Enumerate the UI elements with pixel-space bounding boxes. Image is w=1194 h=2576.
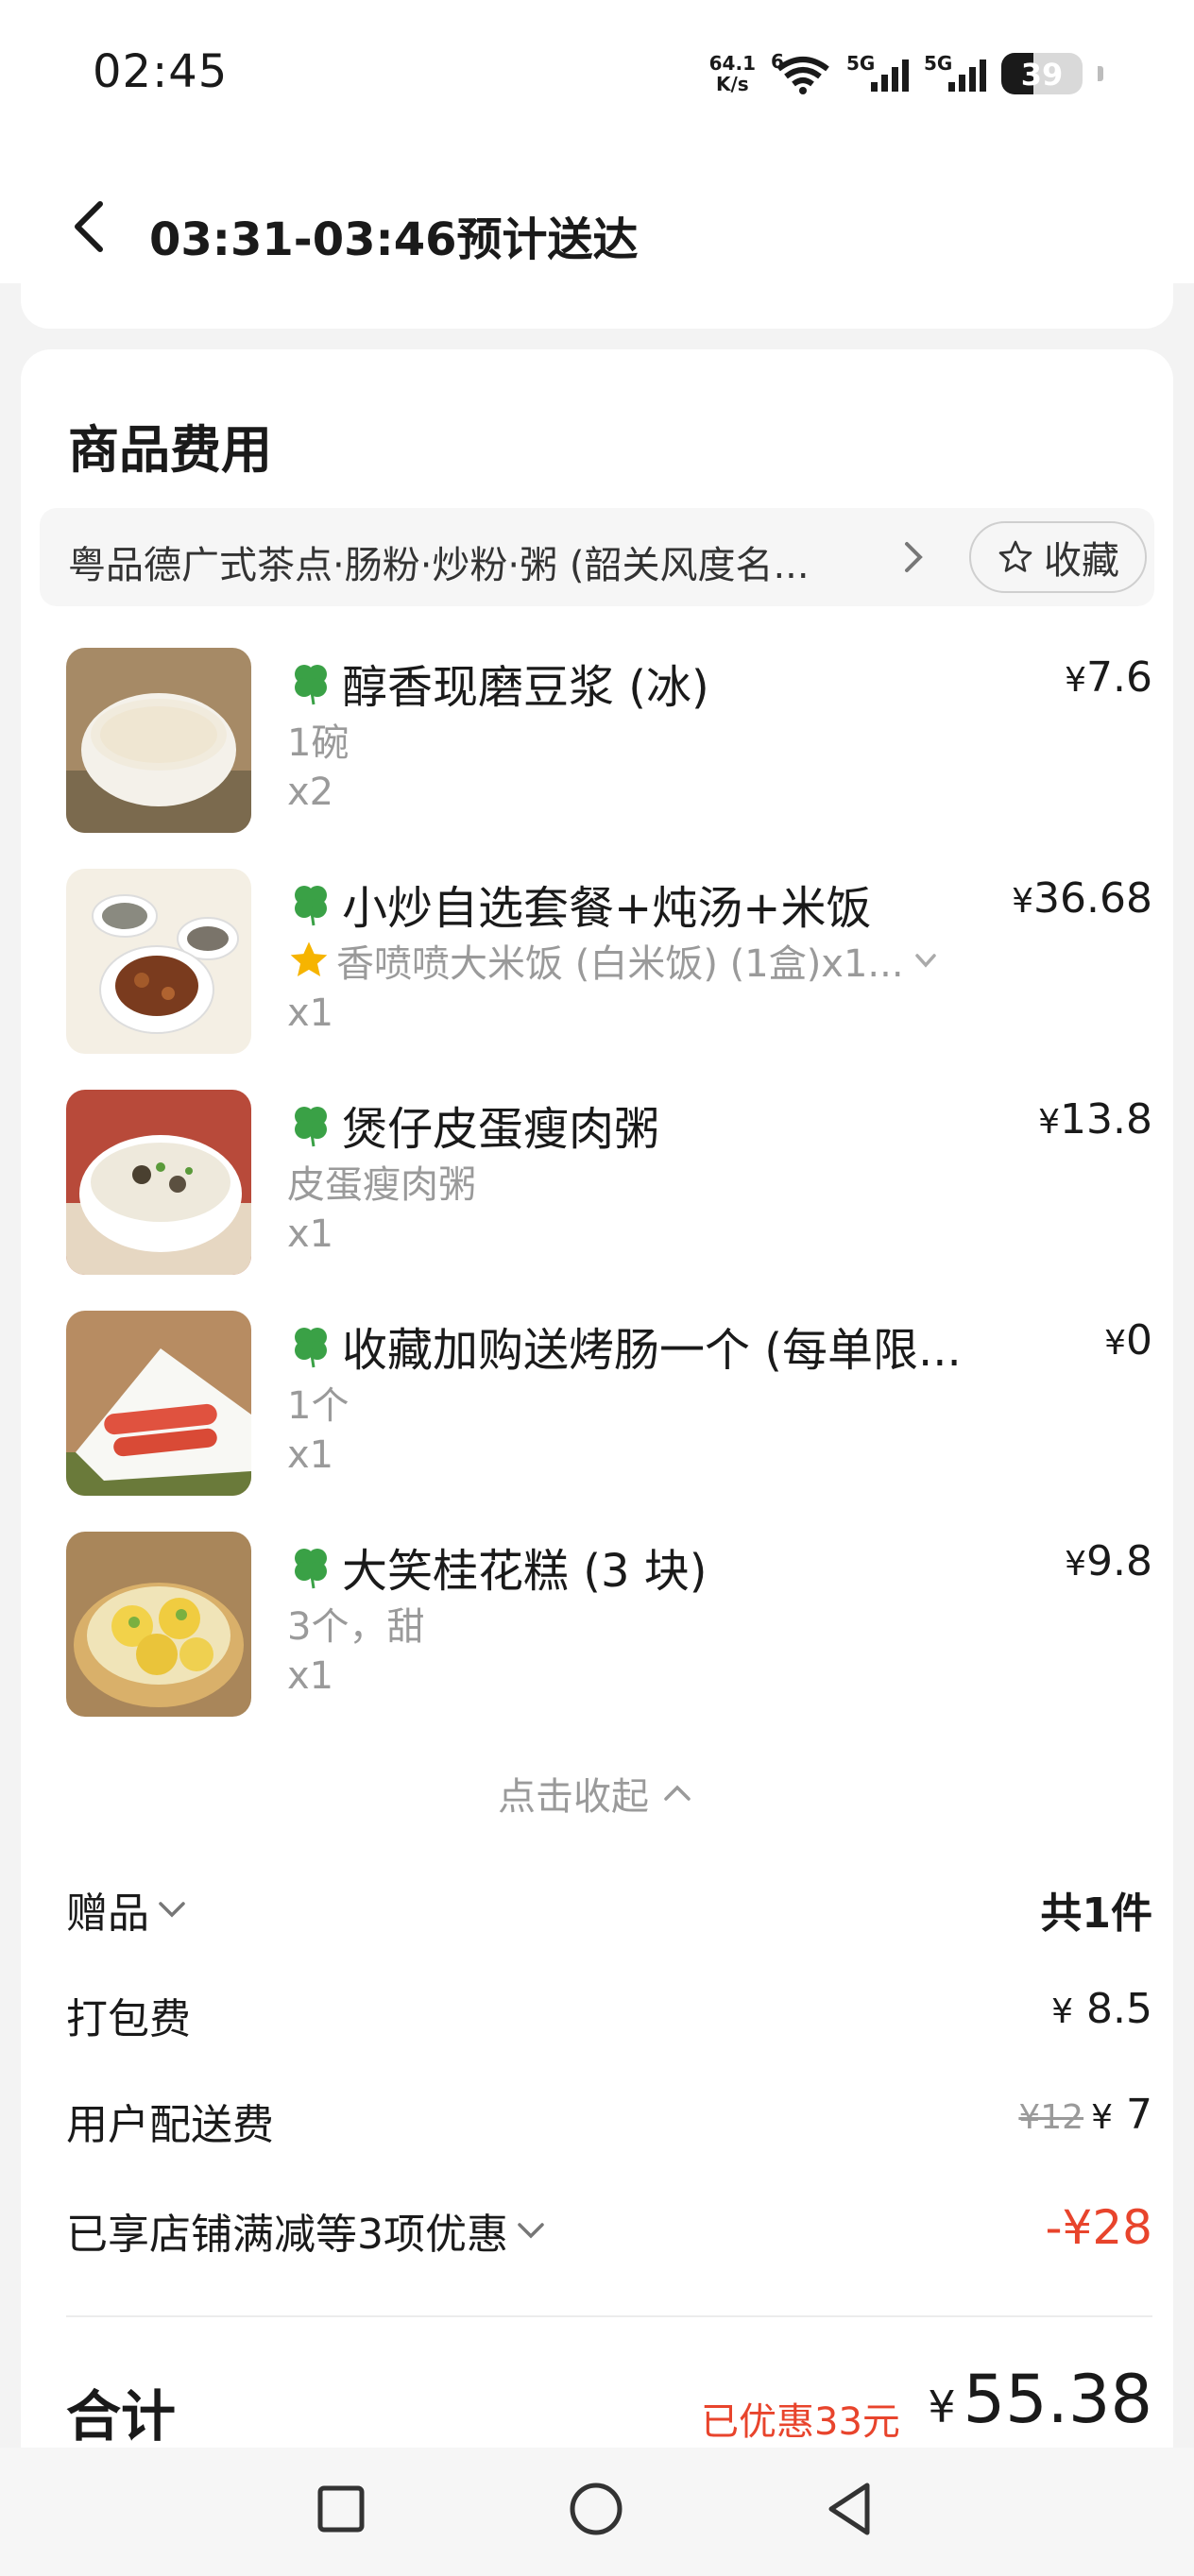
item-quantity: x1 xyxy=(287,1433,334,1477)
battery-icon: 39 xyxy=(1001,53,1083,94)
status-icons: 64.1 K/s 6 5G 5G 39 xyxy=(709,49,1103,98)
network-speed: 64.1 K/s xyxy=(709,53,756,94)
clover-icon xyxy=(295,1328,327,1368)
network-speed-value: 64.1 xyxy=(708,52,756,75)
back-arrow-icon[interactable] xyxy=(66,198,113,255)
discount-row[interactable]: 已享店铺满减等3项优惠 -¥28 xyxy=(66,2200,1152,2259)
order-item[interactable]: 煲仔皮蛋瘦肉粥 皮蛋瘦肉粥 x1 ¥13.8 xyxy=(66,1090,1152,1275)
home-button[interactable] xyxy=(563,2476,629,2542)
shop-row[interactable]: 粤品德广式茶点·肠粉·炒粉·粥 (韶关风度名... 收藏 xyxy=(40,508,1154,606)
item-price: ¥9.8 xyxy=(1065,1537,1152,1585)
favorite-shop-button[interactable]: 收藏 xyxy=(969,521,1147,593)
order-item[interactable]: 小炒自选套餐+炖汤+米饭 香喷喷大米饭 (白米饭) (1盒)x1... x1 ¥… xyxy=(66,869,1152,1054)
packing-fee-row: 打包费 ¥ 8.5 xyxy=(66,1985,1152,2043)
delivery-eta-title: 03:31-03:46预计送达 xyxy=(149,213,639,266)
clover-icon xyxy=(295,886,327,926)
star-outline-icon xyxy=(998,540,1032,572)
item-spec: 香喷喷大米饭 (白米饭) (1盒)x1... xyxy=(336,942,904,986)
total-value: ¥55.38 xyxy=(928,2361,1152,2438)
shop-name[interactable]: 粤品德广式茶点·肠粉·炒粉·粥 (韶关风度名... xyxy=(68,534,810,589)
system-nav-bar xyxy=(0,2448,1194,2576)
item-thumbnail-sausage xyxy=(66,1311,251,1496)
clover-icon xyxy=(295,1549,327,1589)
gift-count: 共1件 xyxy=(1040,1890,1152,1938)
star-icon xyxy=(290,941,328,977)
item-quantity: x1 xyxy=(287,1654,334,1698)
item-spec: 3个，甜 xyxy=(287,1605,425,1649)
chevron-right-icon[interactable] xyxy=(899,538,928,576)
wifi-tag: 6 xyxy=(771,50,784,73)
divider xyxy=(66,2315,1152,2317)
total-label: 合计 xyxy=(66,2384,177,2449)
collapse-label: 点击收起 xyxy=(498,1775,649,1819)
gift-row[interactable]: 赠品 共1件 xyxy=(66,1879,1152,1938)
item-thumbnail-congee xyxy=(66,1090,251,1275)
item-thumbnail-set-meal xyxy=(66,869,251,1054)
item-quantity: x2 xyxy=(287,771,334,814)
network-speed-unit: K/s xyxy=(715,73,749,95)
back-button[interactable] xyxy=(818,2476,884,2542)
total-saved: 已优惠33元 xyxy=(701,2400,900,2444)
item-name: 大笑桂花糕 (3 块) xyxy=(342,1545,708,1598)
delivery-fee-value: ¥12 ¥ 7 xyxy=(1018,2091,1152,2139)
order-detail-page: 02:45 64.1 K/s 6 5G 5G 39 03:31-03:46预计送… xyxy=(0,0,1194,2576)
wifi-icon: 6 xyxy=(771,50,831,95)
signal-sim2-icon: 5G xyxy=(924,52,986,95)
section-title: 商品费用 xyxy=(68,420,272,480)
delivery-fee-original: ¥12 xyxy=(1018,2098,1084,2137)
packing-fee-value: ¥ 8.5 xyxy=(1051,1985,1152,2033)
item-name: 收藏加购送烤肠一个 (每单限... xyxy=(342,1324,962,1377)
item-price: ¥36.68 xyxy=(1012,874,1152,923)
chevron-down-icon[interactable] xyxy=(512,2212,550,2249)
top-header: 03:31-03:46预计送达 xyxy=(0,142,1194,283)
status-time: 02:45 xyxy=(93,45,229,98)
battery-tip xyxy=(1098,66,1103,81)
signal-sim1-icon: 5G xyxy=(846,52,909,95)
item-spec: 1碗 xyxy=(287,721,350,765)
item-price: ¥7.6 xyxy=(1065,653,1152,702)
item-thumbnail-soymilk xyxy=(66,648,251,833)
item-name: 醇香现磨豆浆 (冰) xyxy=(342,661,709,714)
order-item[interactable]: 大笑桂花糕 (3 块) 3个，甜 x1 ¥9.8 xyxy=(66,1532,1152,1717)
clover-icon xyxy=(295,665,327,705)
favorite-label: 收藏 xyxy=(1044,539,1119,583)
item-quantity: x1 xyxy=(287,1212,334,1256)
goods-fee-card: 商品费用 粤品德广式茶点·肠粉·炒粉·粥 (韶关风度名... 收藏 醇香现磨豆浆… xyxy=(21,349,1173,2576)
item-thumbnail-osmanthus-cake xyxy=(66,1532,251,1717)
recent-apps-button[interactable] xyxy=(308,2476,374,2542)
clover-icon xyxy=(295,1107,327,1147)
chevron-up-icon xyxy=(664,1785,691,1801)
item-spec: 1个 xyxy=(287,1384,350,1428)
item-name: 煲仔皮蛋瘦肉粥 xyxy=(342,1103,660,1156)
status-bar: 02:45 64.1 K/s 6 5G 5G 39 xyxy=(0,0,1194,142)
gift-label: 赠品 xyxy=(66,1890,149,1938)
order-item[interactable]: 收藏加购送烤肠一个 (每单限... 1个 x1 ¥0 xyxy=(66,1311,1152,1496)
delivery-fee-label: 用户配送费 xyxy=(66,2101,274,2149)
item-quantity: x1 xyxy=(287,991,334,1035)
collapse-items-button[interactable]: 点击收起 xyxy=(21,1766,1173,1821)
discount-value: -¥28 xyxy=(1045,2200,1152,2255)
item-name: 小炒自选套餐+炖汤+米饭 xyxy=(342,882,872,935)
order-item[interactable]: 醇香现磨豆浆 (冰) 1碗 x2 ¥7.6 xyxy=(66,648,1152,833)
previous-card-bottom xyxy=(21,283,1173,329)
item-spec: 皮蛋瘦肉粥 xyxy=(287,1163,476,1207)
item-price: ¥13.8 xyxy=(1038,1095,1152,1144)
packing-fee-label: 打包费 xyxy=(66,1995,191,2043)
chevron-down-icon[interactable] xyxy=(910,944,942,976)
discount-label: 已享店铺满减等3项优惠 xyxy=(66,2211,508,2259)
chevron-down-icon[interactable] xyxy=(153,1890,191,1928)
battery-level: 39 xyxy=(1020,57,1064,93)
item-price: ¥0 xyxy=(1104,1316,1152,1364)
delivery-fee-row: 用户配送费 ¥12 ¥ 7 xyxy=(66,2091,1152,2149)
